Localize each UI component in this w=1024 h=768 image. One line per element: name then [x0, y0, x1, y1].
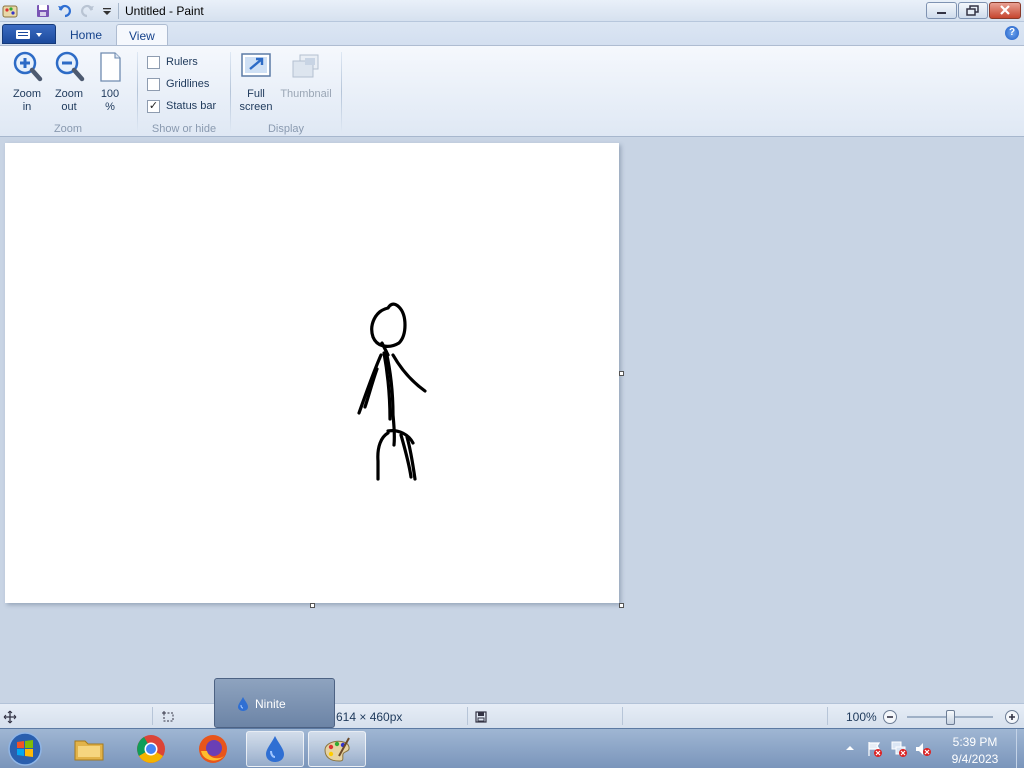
cursor-position-icon	[3, 710, 17, 724]
resize-handle-right[interactable]	[619, 371, 624, 376]
taskbar-chrome-button[interactable]	[122, 731, 180, 767]
zoom-out-icon	[55, 51, 85, 82]
zoom-in-label: Zoom in	[12, 88, 42, 113]
canvas-workspace	[0, 138, 1024, 703]
clock-date[interactable]: 9/4/2023	[940, 752, 1010, 766]
figure-right-arm	[391, 353, 427, 393]
ninite-taskbar-icon	[266, 736, 284, 762]
show-hidden-icons-icon[interactable]	[845, 743, 855, 753]
status-separator	[152, 707, 153, 725]
full-screen-label: Full screen	[239, 88, 273, 113]
save-icon[interactable]	[35, 3, 51, 19]
zoom-out-button[interactable]: Zoom out	[50, 50, 88, 114]
tab-view[interactable]: View	[116, 24, 168, 45]
full-screen-icon	[241, 53, 271, 77]
status-bar-checkbox-row[interactable]: ✓ Status bar	[147, 98, 216, 114]
figure-head	[370, 302, 407, 348]
status-bar-label: Status bar	[166, 100, 217, 112]
group-separator	[230, 52, 231, 132]
minimize-button[interactable]	[926, 2, 957, 19]
zoom-100-label: 100 %	[100, 88, 120, 113]
zoom-group-label: Zoom	[53, 123, 83, 135]
minimize-icon	[937, 12, 946, 14]
gridlines-checkbox-row[interactable]: Gridlines	[147, 76, 209, 92]
selection-size-icon	[162, 711, 174, 722]
title-bar: Untitled - Paint	[0, 0, 1024, 22]
window-title: Untitled - Paint	[125, 4, 204, 18]
figure-left-arm	[357, 353, 383, 415]
figure-left-leg	[376, 431, 390, 481]
zoom-in-small-icon[interactable]	[1004, 709, 1020, 725]
folder-icon	[74, 740, 104, 761]
thumbnail-label: Thumbnail	[280, 88, 332, 100]
rulers-checkbox[interactable]	[147, 55, 160, 69]
resize-handle-bottom[interactable]	[310, 603, 315, 608]
drawing-canvas[interactable]	[5, 143, 619, 603]
status-separator	[622, 707, 623, 725]
close-button[interactable]	[989, 2, 1021, 19]
group-separator	[137, 52, 138, 132]
paint-taskbar-icon	[324, 737, 350, 762]
zoom-out-small-icon[interactable]	[882, 709, 898, 725]
rulers-checkbox-row[interactable]: Rulers	[147, 54, 198, 70]
clock-time[interactable]: 5:39 PM	[940, 735, 1010, 749]
taskbar-firefox-button[interactable]	[184, 731, 242, 767]
stick-figure-drawing	[357, 302, 427, 481]
chrome-icon	[137, 735, 165, 763]
taskbar-paint-button[interactable]	[308, 731, 366, 767]
start-button[interactable]	[6, 731, 44, 767]
status-bar: 614 × 460px 100%	[0, 703, 1024, 728]
firefox-icon	[199, 735, 227, 763]
network-icon[interactable]	[890, 740, 908, 758]
paint-app-icon[interactable]	[2, 3, 18, 19]
thumbnail-icon	[292, 54, 319, 78]
rulers-label: Rulers	[166, 56, 198, 68]
ninite-icon	[238, 697, 248, 711]
page-icon	[100, 52, 121, 82]
taskbar: 5:39 PM 9/4/2023	[0, 728, 1024, 768]
undo-icon[interactable]	[57, 3, 73, 19]
redo-icon	[81, 4, 94, 18]
zoom-in-icon	[13, 51, 43, 82]
close-icon	[1000, 5, 1010, 15]
group-separator	[341, 52, 342, 132]
taskbar-ninite-button[interactable]	[246, 731, 304, 767]
zoom-100-button[interactable]: 100 %	[92, 50, 128, 114]
zoom-slider-thumb[interactable]	[946, 710, 955, 725]
status-separator	[467, 707, 468, 725]
display-group-label: Display	[267, 123, 305, 135]
restore-icon	[966, 5, 979, 16]
taskbar-explorer-button[interactable]	[60, 731, 118, 767]
resize-handle-corner[interactable]	[619, 603, 624, 608]
help-icon[interactable]: ?	[1005, 26, 1019, 40]
show-hide-group-label: Show or hide	[151, 123, 217, 135]
action-center-icon[interactable]	[866, 740, 884, 758]
thumbnail-button: Thumbnail	[278, 50, 334, 101]
quick-access-separator	[118, 3, 119, 19]
ninite-popup-label: Ninite	[255, 697, 286, 711]
canvas-size-text: 614 × 460px	[336, 710, 403, 724]
gridlines-label: Gridlines	[166, 78, 210, 90]
show-desktop-button[interactable]	[1016, 729, 1024, 768]
restore-button[interactable]	[958, 2, 988, 19]
volume-muted-icon[interactable]	[914, 740, 932, 758]
file-size-icon	[475, 711, 487, 723]
paint-menu-button[interactable]	[2, 24, 56, 44]
menu-icon	[16, 30, 42, 39]
zoom-out-label: Zoom out	[54, 88, 84, 113]
ribbon-tabs: Home View	[0, 22, 1024, 45]
full-screen-button[interactable]: Full screen	[236, 50, 276, 114]
gridlines-checkbox[interactable]	[147, 77, 160, 91]
windows-start-icon	[8, 732, 42, 766]
zoom-level-text: 100%	[846, 710, 877, 724]
status-separator	[827, 707, 828, 725]
tab-home[interactable]: Home	[58, 24, 114, 45]
status-bar-checkbox[interactable]: ✓	[147, 99, 160, 113]
taskbar-thumbnail-popup[interactable]: Ninite	[214, 678, 335, 728]
ribbon-panel: Zoom in Zoom out 100 % Zoom Rulers Gridl…	[0, 45, 1024, 137]
zoom-in-button[interactable]: Zoom in	[8, 50, 46, 114]
customize-quick-access-icon[interactable]	[99, 3, 115, 19]
